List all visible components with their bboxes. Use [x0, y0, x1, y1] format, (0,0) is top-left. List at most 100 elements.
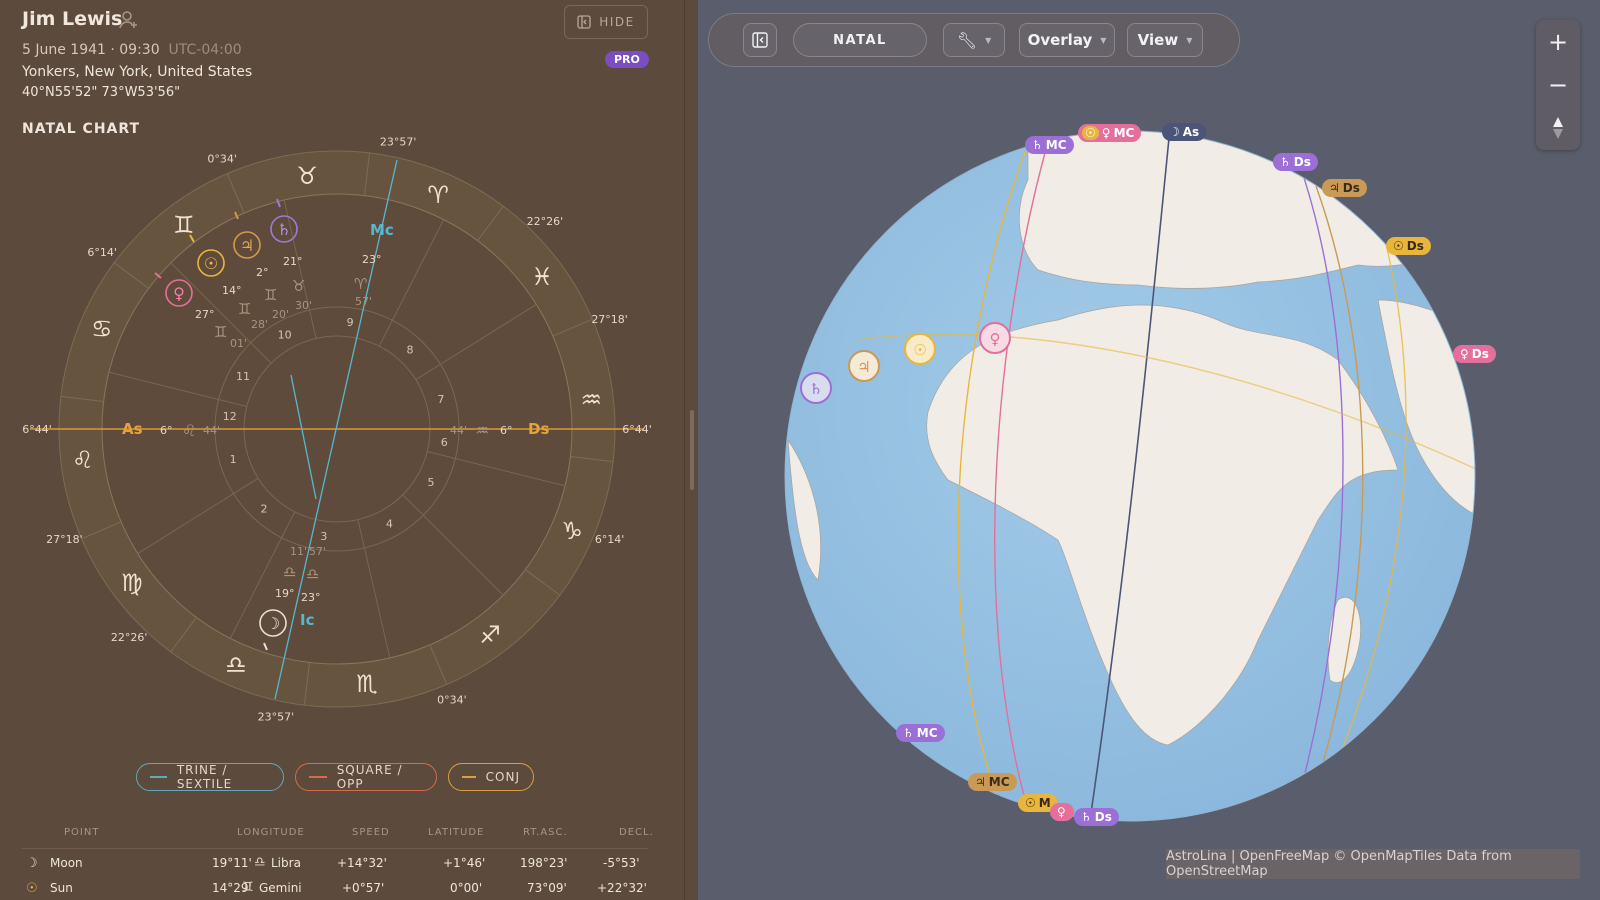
sign-glyph: ♈: [427, 181, 449, 209]
birth-coordinates: 40°N55'52" 73°W53'56": [22, 85, 181, 100]
zoom-controls: + −: [1536, 20, 1580, 150]
sun-marker-icon: ☉: [913, 341, 926, 359]
ds-degree: 6°: [500, 424, 513, 437]
moon-degree: 19°: [275, 587, 295, 600]
sun-icon: ☉: [1025, 796, 1036, 810]
sun-venus-mc-tag[interactable]: ☉ ♀ MC: [1078, 124, 1142, 142]
latitude-value: 0°00': [450, 881, 483, 895]
birth-date-time: 5 June 1941 · 09:30: [22, 42, 160, 58]
venus-icon: ♀: [1460, 347, 1469, 361]
saturn-degree: 21°: [283, 255, 303, 268]
scrollbar-thumb[interactable]: [690, 410, 694, 490]
chevron-down-icon: ▼: [1186, 35, 1193, 45]
zoom-out-button[interactable]: −: [1536, 63, 1580, 106]
jupiter-mc-bottom-tag[interactable]: ♃ MC: [968, 773, 1017, 791]
view-label: View: [1137, 31, 1179, 49]
chevron-down-icon: ▼: [985, 35, 992, 45]
legend-square-label: SQUARE / OPP: [336, 763, 403, 791]
rtasc-value: 73°09': [527, 881, 567, 895]
sun-sign-glyph: ♊: [238, 300, 251, 318]
moon-as-tag[interactable]: ☽ As: [1162, 123, 1207, 141]
natal-mode-button[interactable]: NATAL: [793, 23, 927, 57]
saturn-mc-tag[interactable]: ♄ MC: [1025, 136, 1074, 154]
sign-glyph: ♊: [173, 211, 195, 239]
table-divider: [22, 848, 648, 849]
zoom-in-button[interactable]: +: [1536, 20, 1580, 63]
jupiter-icon: ♃: [975, 775, 986, 789]
venus-glyph: ♀: [173, 284, 185, 303]
moon-icon: ☽: [1169, 125, 1180, 139]
saturn-icon: ♄: [903, 726, 914, 740]
point-name: Sun: [50, 881, 73, 895]
sun-minutes: 28': [251, 318, 268, 331]
saturn-ds-tag[interactable]: ♄ Ds: [1273, 153, 1318, 171]
sign-glyph: ♒: [580, 386, 602, 414]
sign-glyph: ♎: [225, 651, 247, 679]
legend-trine-sextile[interactable]: TRINE / SEXTILE: [136, 763, 284, 791]
as-sign-glyph: ♌: [182, 421, 196, 440]
globe[interactable]: ♄ ♃ ☉ ♀: [698, 0, 1600, 900]
venus-sign-glyph: ♊: [214, 323, 227, 341]
ds-minutes: 44': [450, 424, 467, 437]
toggle-panel-button[interactable]: [743, 23, 777, 57]
legend-conj-label: CONJ: [485, 770, 520, 784]
house-number: 8: [406, 343, 413, 356]
edit-person-icon[interactable]: [118, 9, 140, 31]
chevron-down-icon: ▼: [1100, 35, 1107, 45]
hide-button[interactable]: HIDE: [564, 5, 648, 39]
jupiter-mc-bottom-label: MC: [988, 775, 1010, 789]
map-attribution[interactable]: AstroLina | OpenFreeMap © OpenMapTiles D…: [1166, 849, 1580, 879]
decl-value: +22°32': [597, 881, 647, 895]
house-number: 5: [427, 476, 434, 489]
ic-minutes: 57': [309, 545, 326, 558]
plus-icon: +: [1547, 27, 1569, 56]
venus-mc-bottom-tag[interactable]: ♀: [1050, 803, 1074, 821]
legend-square-opp[interactable]: SQUARE / OPP: [295, 763, 437, 791]
overlay-dropdown[interactable]: Overlay ▼: [1019, 23, 1115, 57]
hide-button-label: HIDE: [599, 15, 635, 29]
cusp-degree-label: 6°14': [595, 533, 625, 546]
view-dropdown[interactable]: View ▼: [1127, 23, 1203, 57]
jupiter-ds-tag[interactable]: ♃ Ds: [1322, 179, 1367, 197]
legend-conj[interactable]: CONJ: [448, 763, 534, 791]
map-view[interactable]: ♄ ♃ ☉ ♀ ♄ MC ☉ ♀ MC ☽ As ♄ Ds ♃ Ds ☉ Ds ♀ Ds ♄ MC…: [698, 0, 1600, 900]
venus-icon: ♀: [1101, 126, 1111, 140]
sun-degree: 14°: [222, 284, 242, 297]
saturn-ds-bottom-tag[interactable]: ♄ Ds: [1074, 808, 1119, 826]
point-name: Moon: [50, 856, 83, 870]
rtasc-value: 198°23': [520, 856, 568, 870]
cusp-degree-label: 6°44': [22, 423, 52, 436]
speed-value: +0°57': [342, 881, 385, 895]
jupiter-icon: ♃: [1329, 181, 1340, 195]
saturn-mc-label: MC: [1045, 138, 1067, 152]
sign-glyph: ♉: [296, 162, 318, 190]
birth-datetime: 5 June 1941 · 09:30 UTC-04:00: [22, 42, 242, 58]
saturn-mc-bottom-label: MC: [916, 726, 938, 740]
jupiter-minutes: 20': [272, 308, 289, 321]
square-line-swatch: [309, 776, 327, 778]
cusp-degree-label: 0°34': [437, 694, 467, 707]
venus-marker-icon: ♀: [990, 330, 1001, 348]
sign-glyph: ♐: [479, 621, 501, 649]
moon-as-label: As: [1182, 125, 1200, 139]
saturn-mc-bottom-tag[interactable]: ♄ MC: [896, 724, 945, 742]
saturn-minutes: 30': [295, 299, 312, 312]
cusp-degree-label: 27°18': [46, 533, 83, 546]
col-decl: DECL.: [619, 827, 654, 838]
sun-icon: ☉: [1393, 239, 1404, 253]
trine-line-swatch: [150, 776, 167, 778]
cusp-degree-label: 27°18': [591, 313, 628, 326]
jupiter-ds-label: Ds: [1342, 181, 1360, 195]
saturn-glyph: ♄: [277, 220, 291, 239]
venus-ds-tag[interactable]: ♀ Ds: [1453, 345, 1496, 363]
house-number: 7: [437, 393, 444, 406]
tools-dropdown[interactable]: 🔧︎ ▼: [943, 23, 1005, 57]
sign-name: Libra: [271, 856, 301, 870]
natal-chart-wheel[interactable]: ♌♍♎♏♐♑♒♓♈♉♊♋ 23°57'0°34'22°26'6°14'27°18…: [0, 135, 684, 725]
saturn-sign-glyph: ♉: [292, 277, 305, 295]
compass-button[interactable]: [1536, 106, 1580, 149]
latitude-value: +1°46': [443, 856, 486, 870]
birth-place: Yonkers, New York, United States: [22, 64, 253, 80]
sun-ds-tag[interactable]: ☉ Ds: [1386, 237, 1431, 255]
birth-timezone: UTC-04:00: [168, 42, 242, 58]
